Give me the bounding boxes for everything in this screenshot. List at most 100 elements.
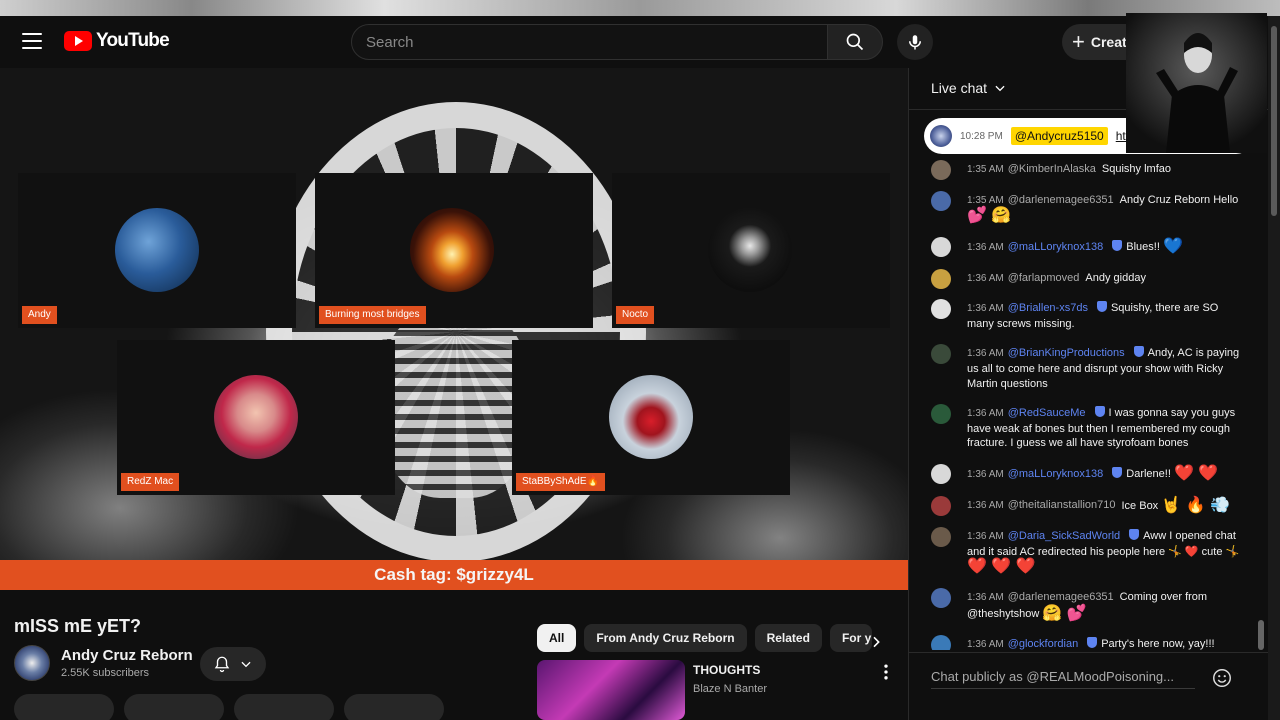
chat-message[interactable]: 1:36 AM @theitalianstallion710 Ice Box 🤘 🔥… [909,495,1261,517]
chat-timestamp: 1:36 AM [967,303,1004,315]
member-badge-icon [1087,636,1098,648]
chat-message[interactable]: 1:36 AM @Briallen-xs7ds Squishy, there are… [909,299,1261,333]
participant-tile-andy: Andy [18,173,296,328]
chat-input[interactable] [931,665,1195,689]
channel-avatar[interactable] [14,645,50,681]
chat-message[interactable]: 1:35 AM @darlenemagee6351 Andy Cruz Reborn… [909,190,1261,227]
chat-author-avatar[interactable] [931,160,951,180]
save-button[interactable] [234,694,334,720]
member-badge-icon [1112,466,1123,478]
cash-tag-banner: Cash tag: $grizzy4L [0,560,908,590]
emblem-center [380,308,530,498]
chat-author[interactable]: @BrianKingProductions [1008,347,1125,359]
chip-all[interactable]: All [537,624,577,652]
chat-author-avatar[interactable] [931,299,951,320]
pinned-author[interactable]: @Andycruz5150 [1010,127,1108,145]
chip-from-channel[interactable]: From Andy Cruz Reborn [584,624,747,652]
chat-message[interactable]: 1:36 AM @farlapmoved Andy gidday [909,268,1261,289]
chat-emoji: ❤️ ❤️ [1173,465,1219,483]
chat-emoji: 🤘 🔥 💨 [1161,496,1230,514]
chat-timestamp: 1:36 AM [967,272,1004,284]
chevron-down-icon [995,85,1005,92]
chat-author[interactable]: @Daria_SickSadWorld [1008,530,1120,542]
chat-message[interactable]: 1:36 AM @BrianKingProductions Andy, AC is … [909,344,1261,393]
search-input[interactable] [352,25,827,59]
participant-avatar [214,375,298,459]
participant-tile-stabbyshade: StaBByShAdE🔥 [512,340,790,495]
page-scrollbar[interactable] [1268,16,1280,720]
chat-author[interactable]: @farlapmoved [1008,272,1080,284]
chat-author[interactable]: @RedSauceMe [1008,407,1086,419]
recommendation-chips: All From Andy Cruz Reborn Related For y [537,624,872,652]
video-player[interactable]: Andy Burning most bridges Nocto RedZ Mac… [0,68,908,590]
chat-author-avatar[interactable] [931,404,951,425]
chat-author[interactable]: @darlenemagee6351 [1008,194,1114,206]
voice-search-button[interactable] [897,24,933,60]
member-badge-icon [1129,529,1140,541]
more-vert-icon[interactable] [876,662,896,682]
channel-name[interactable]: Andy Cruz Reborn [61,647,193,664]
like-button[interactable] [14,694,114,720]
chat-mode-selector[interactable]: Live chat [931,80,1007,96]
chat-message[interactable]: 1:35 AM @KimberInAlaska Squishy lmfao [909,160,1261,180]
action-buttons-row [14,694,444,720]
emoji-button[interactable] [1211,667,1233,689]
menu-icon[interactable] [22,33,42,49]
chat-author-avatar[interactable] [931,190,951,211]
chat-message[interactable]: 1:36 AM @maLLoryknox138 Blues!! 💙 [909,237,1261,258]
chat-emoji: 💙 [1162,238,1183,256]
chip-related[interactable]: Related [754,624,822,652]
chat-emoji: 🤗 💕 [1042,604,1087,622]
chat-author-avatar[interactable] [931,344,951,365]
chat-author[interactable]: @theitalianstallion710 [1008,499,1116,511]
chat-author-avatar[interactable] [931,495,951,516]
chat-message[interactable]: 1:36 AM @Daria_SickSadWorld Aww I opened c… [909,527,1261,577]
participant-avatar [410,208,494,292]
chat-author-avatar[interactable] [931,268,951,289]
chat-author-avatar[interactable] [931,237,951,258]
chat-author[interactable]: @maLLoryknox138 [1008,241,1104,253]
chat-author-avatar[interactable] [931,527,951,548]
chat-timestamp: 1:36 AM [967,592,1004,604]
notification-button[interactable] [200,647,266,681]
participant-avatar [708,208,792,292]
chat-timestamp: 1:36 AM [967,242,1004,254]
chat-author[interactable]: @maLLoryknox138 [1008,468,1104,480]
chat-author[interactable]: @Briallen-xs7ds [1008,302,1088,314]
share-button[interactable] [124,694,224,720]
participant-name: RedZ Mac [121,473,180,491]
more-actions-button[interactable] [344,694,444,720]
chat-input-area [909,652,1269,720]
chat-timestamp: 1:36 AM [967,638,1004,650]
participant-tile-burning: Burning most bridges [315,173,593,328]
youtube-logo[interactable]: YouTube [64,30,170,52]
participant-name: Burning most bridges [319,306,426,324]
pinned-time: 10:28 PM [960,130,1003,142]
chat-message[interactable]: 1:36 AM @glockfordian Party's here now, ya… [909,634,1261,650]
chat-author[interactable]: @KimberInAlaska [1008,163,1096,175]
microphone-icon [909,35,921,50]
browser-top-strip [0,0,1280,16]
chat-message[interactable]: 1:36 AM @darlenemagee6351 Coming over from… [909,588,1261,624]
chips-next-button[interactable] [862,628,890,656]
chat-author[interactable]: @darlenemagee6351 [1008,591,1114,603]
chat-text: Andy Cruz Reborn Hello [1119,193,1239,206]
chat-message[interactable]: 1:36 AM @RedSauceMe I was gonna say you gu… [909,404,1261,453]
chat-emoji: 💕 🤗 [967,207,1012,225]
chat-messages: 1:35 AM @KimberInAlaska Squishy lmfao 1:35 … [909,160,1261,650]
chat-message[interactable]: 1:36 AM @maLLoryknox138 Darlene!! ❤️ ❤️ [909,464,1261,485]
recommendation-title[interactable]: THOUGHTS [693,663,760,677]
chat-text: Squishy, there are SO many screws missin… [967,302,1219,330]
recommendation-thumbnail[interactable] [537,660,685,720]
page-scrollbar-thumb[interactable] [1271,26,1277,216]
chat-author-avatar[interactable] [931,588,951,609]
recommendation-channel[interactable]: Blaze N Banter [693,683,767,695]
pip-video-overlay[interactable] [1126,13,1267,153]
masthead: YouTube + Create [0,16,1280,68]
chat-scrollbar[interactable] [1258,620,1264,650]
search-box [351,24,828,60]
chat-author-avatar[interactable] [931,634,951,650]
search-button[interactable] [827,24,883,60]
chat-author[interactable]: @glockfordian [1008,638,1078,650]
chat-author-avatar[interactable] [931,464,951,485]
